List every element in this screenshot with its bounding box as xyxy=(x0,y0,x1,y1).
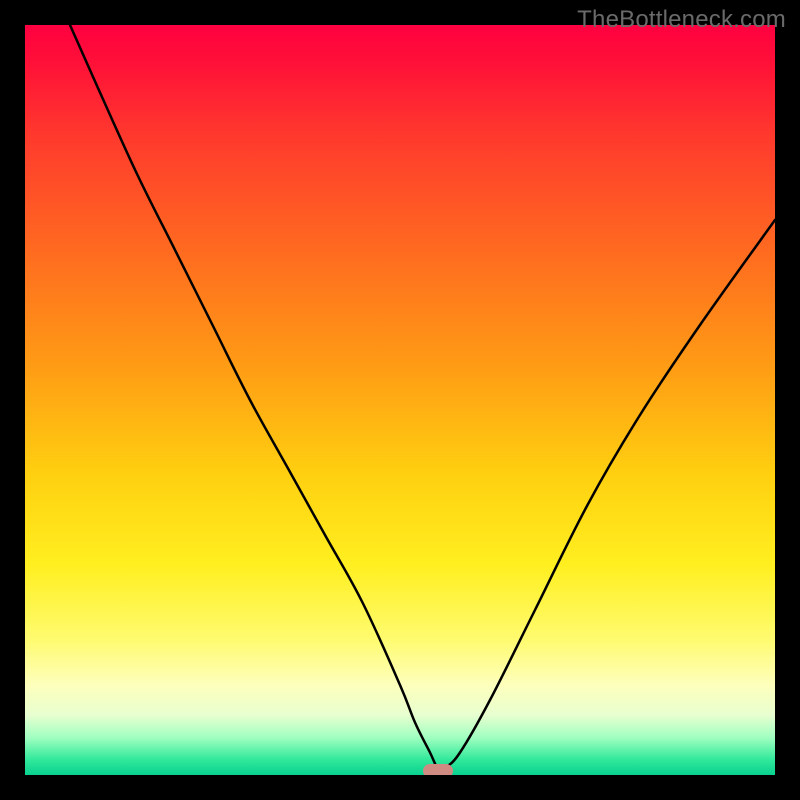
bottleneck-chart: TheBottleneck.com xyxy=(0,0,800,800)
optimal-point-marker xyxy=(423,764,453,775)
bottleneck-curve xyxy=(70,25,775,770)
curve-layer xyxy=(25,25,775,775)
plot-area xyxy=(25,25,775,775)
watermark-text: TheBottleneck.com xyxy=(577,6,786,34)
